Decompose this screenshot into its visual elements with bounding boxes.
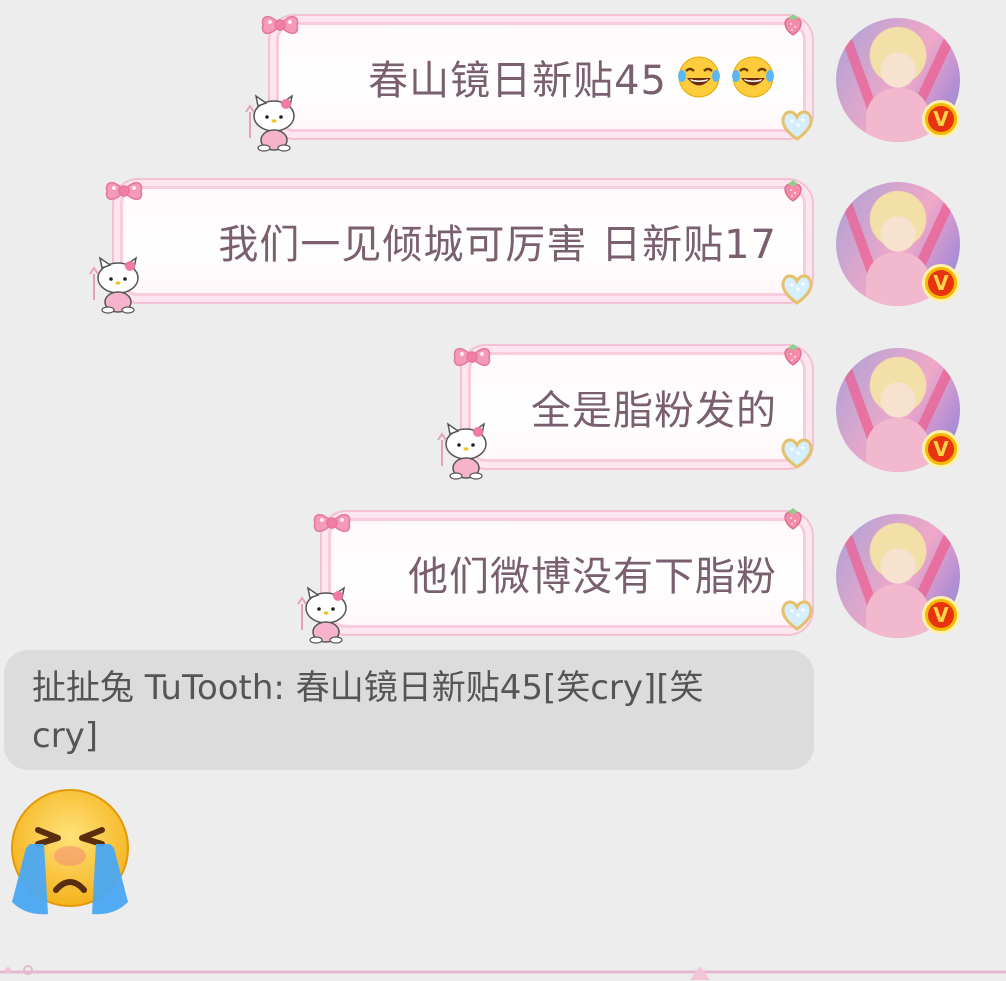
heart-icon <box>780 598 814 632</box>
bubble-text: 全是脂粉发的 <box>531 388 777 434</box>
heart-icon <box>780 436 814 470</box>
heart-icon <box>780 272 814 306</box>
avatar[interactable]: V <box>836 182 960 306</box>
message-row: 我们一见倾城可厉害 日新贴17 V <box>0 164 1006 324</box>
message-row: 全是脂粉发的 V <box>0 328 1006 488</box>
bow-icon <box>312 510 352 536</box>
chat-bubble[interactable]: 我们一见倾城可厉害 日新贴17 <box>120 186 806 296</box>
hello-kitty-icon <box>436 420 490 480</box>
quoted-message[interactable]: 扯扯兔 TuTooth: 春山镜日新贴45[笑cry][笑 cry] <box>4 650 814 770</box>
bow-icon <box>260 12 300 38</box>
verified-badge-label: V <box>928 436 954 462</box>
crying-face-sticker[interactable] <box>4 786 136 916</box>
bubble-text: 春山镜日新贴45 <box>368 58 667 104</box>
bubble-text: 他们微博没有下脂粉 <box>408 554 777 600</box>
verified-badge-icon: V <box>922 430 960 468</box>
verified-badge-icon: V <box>922 264 960 302</box>
chat-bubble[interactable]: 全是脂粉发的 <box>468 352 806 462</box>
tears-of-joy-emoji <box>731 55 775 99</box>
heart-icon <box>780 108 814 142</box>
tears-of-joy-emoji <box>677 55 721 99</box>
avatar[interactable]: V <box>836 348 960 472</box>
chat-bubble[interactable]: 他们微博没有下脂粉 <box>328 518 806 628</box>
strawberry-icon <box>782 506 804 530</box>
verified-badge-label: V <box>928 106 954 132</box>
bottom-decoration <box>0 965 1006 980</box>
bubble-text: 我们一见倾城可厉害 日新贴17 <box>218 222 777 268</box>
verified-badge-label: V <box>928 270 954 296</box>
hello-kitty-icon <box>88 254 142 314</box>
message-row: 春山镜日新贴45 V <box>0 0 1006 160</box>
strawberry-icon <box>782 178 804 202</box>
strawberry-icon <box>782 342 804 366</box>
chat-bubble[interactable]: 春山镜日新贴45 <box>276 22 806 132</box>
message-row: 他们微博没有下脂粉 V <box>0 494 1006 654</box>
hello-kitty-icon <box>244 92 298 152</box>
bow-icon <box>104 178 144 204</box>
quoted-message-text: 扯扯兔 TuTooth: 春山镜日新贴45[笑cry][笑 cry] <box>32 668 704 756</box>
avatar[interactable]: V <box>836 514 960 638</box>
verified-badge-icon: V <box>922 100 960 138</box>
hello-kitty-icon <box>296 584 350 644</box>
verified-badge-icon: V <box>922 596 960 634</box>
bow-icon <box>452 344 492 370</box>
strawberry-icon <box>782 12 804 36</box>
verified-badge-label: V <box>928 602 954 628</box>
avatar[interactable]: V <box>836 18 960 142</box>
